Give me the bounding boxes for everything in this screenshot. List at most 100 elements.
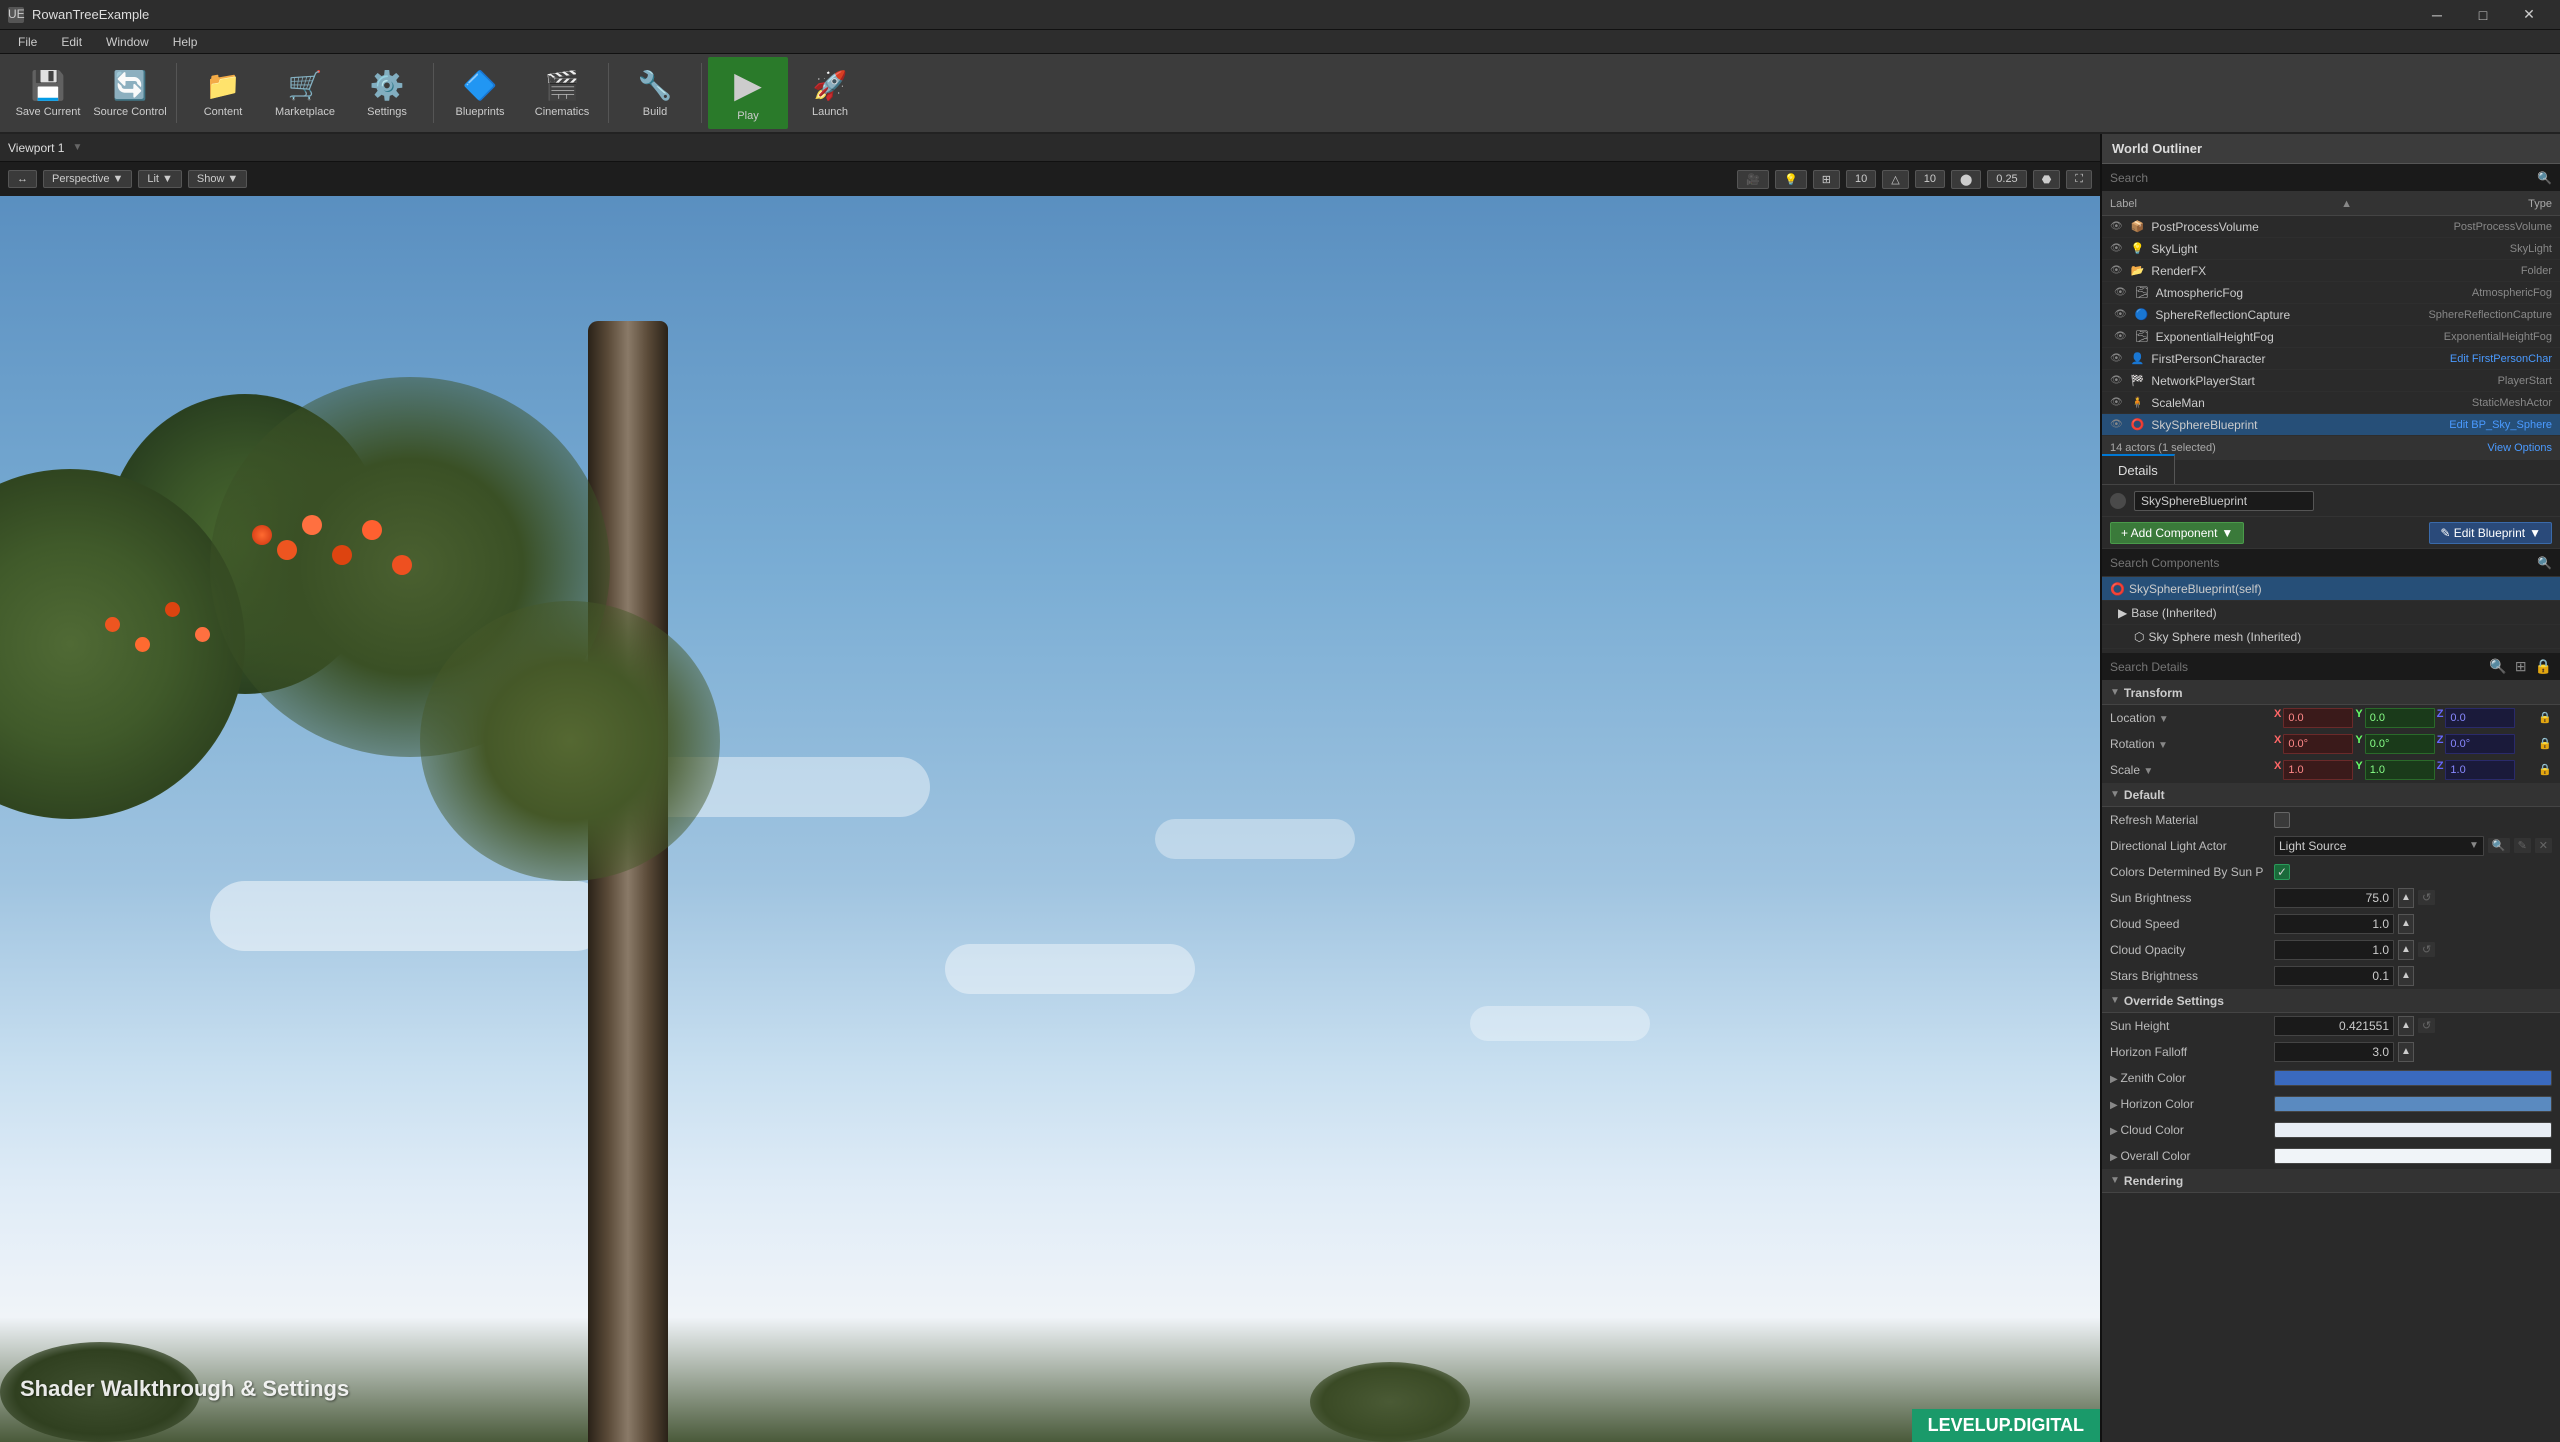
directional-light-search-btn[interactable]: 🔍	[2488, 838, 2510, 853]
details-search-bar[interactable]: 🔍 ⊞ 🔒	[2102, 653, 2560, 681]
component-row-self[interactable]: ⭕ SkySphereBlueprint(self)	[2102, 577, 2560, 601]
outliner-search-input[interactable]	[2110, 171, 2537, 185]
vp-angle-btn[interactable]: △	[1882, 170, 1908, 189]
outliner-row-skylight[interactable]: 👁 💡 SkyLight SkyLight	[2102, 238, 2560, 260]
add-component-button[interactable]: + Add Component ▼	[2110, 522, 2244, 544]
zenith-color-bar[interactable]	[2274, 1070, 2552, 1086]
rendering-section-header[interactable]: ▼ Rendering	[2102, 1169, 2560, 1193]
directional-light-edit-btn[interactable]: ✎	[2514, 838, 2531, 853]
outliner-search-bar[interactable]: 🔍	[2102, 164, 2560, 192]
visibility-icon[interactable]: 👁	[2110, 243, 2123, 254]
source-control-button[interactable]: 🔄 Source Control	[90, 57, 170, 129]
vp-grid-btn[interactable]: ⊞	[1813, 170, 1840, 189]
vp-num2-btn[interactable]: 10	[1915, 170, 1945, 188]
sun-height-reset[interactable]: ↺	[2418, 1018, 2435, 1033]
scale-y-input[interactable]	[2365, 760, 2435, 780]
details-tab[interactable]: Details	[2102, 454, 2175, 484]
lock-icon[interactable]: 🔒	[2535, 658, 2552, 675]
visibility-icon[interactable]: 👁	[2110, 353, 2123, 364]
menu-file[interactable]: File	[8, 33, 47, 51]
cloud-opacity-input[interactable]	[2274, 940, 2394, 960]
outliner-row-renderfx[interactable]: 👁 📂 RenderFX Folder	[2102, 260, 2560, 282]
viewport-canvas[interactable]: Shader Walkthrough & Settings LEVELUP.DI…	[0, 196, 2100, 1442]
horizon-falloff-up[interactable]: ▲	[2398, 1042, 2414, 1062]
rotation-y-input[interactable]	[2365, 734, 2435, 754]
overall-color-bar[interactable]	[2274, 1148, 2552, 1164]
visibility-icon[interactable]: 👁	[2114, 287, 2127, 298]
directional-light-dropdown[interactable]: Light Source ▼	[2274, 836, 2484, 856]
vp-snap-btn[interactable]: ⬤	[1951, 170, 1981, 189]
outliner-row-spherereflection[interactable]: 👁 🔵 SphereReflectionCapture SphereReflec…	[2102, 304, 2560, 326]
visibility-icon[interactable]: 👁	[2110, 375, 2123, 386]
directional-light-clear-btn[interactable]: ✕	[2535, 838, 2552, 853]
sun-brightness-up[interactable]: ▲	[2398, 888, 2414, 908]
transform-section-header[interactable]: ▼ Transform	[2102, 681, 2560, 705]
stars-brightness-up[interactable]: ▲	[2398, 966, 2414, 986]
show-btn[interactable]: Show ▼	[188, 170, 247, 188]
components-search-bar[interactable]: 🔍	[2102, 549, 2560, 577]
close-button[interactable]: ✕	[2506, 0, 2552, 30]
component-row-base[interactable]: ▶ Base (Inherited)	[2102, 601, 2560, 625]
location-z-input[interactable]	[2445, 708, 2515, 728]
settings-button[interactable]: ⚙️ Settings	[347, 57, 427, 129]
location-lock-icon[interactable]: 🔒	[2538, 711, 2552, 724]
content-button[interactable]: 📁 Content	[183, 57, 263, 129]
visibility-icon[interactable]: 👁	[2114, 331, 2127, 342]
blueprint-name-input[interactable]	[2134, 491, 2314, 511]
outliner-row-atmosphericfog[interactable]: 👁 🌫 AtmosphericFog AtmosphericFog	[2102, 282, 2560, 304]
blueprints-button[interactable]: 🔷 Blueprints	[440, 57, 520, 129]
viewport[interactable]: Viewport 1 ▼ ↔ Perspective ▼ Lit ▼ Show …	[0, 134, 2100, 1442]
scale-lock-icon[interactable]: 🔒	[2538, 763, 2552, 776]
outliner-row-firstperson[interactable]: 👁 👤 FirstPersonCharacter Edit FirstPerso…	[2102, 348, 2560, 370]
components-search-input[interactable]	[2110, 556, 2537, 570]
save-current-button[interactable]: 💾 Save Current	[8, 57, 88, 129]
edit-blueprint-button[interactable]: ✎ Edit Blueprint ▼	[2429, 522, 2552, 544]
colors-sun-checkbox[interactable]: ✓	[2274, 864, 2290, 880]
outliner-row-postprocess[interactable]: 👁 📦 PostProcessVolume PostProcessVolume	[2102, 216, 2560, 238]
horizon-falloff-input[interactable]	[2274, 1042, 2394, 1062]
outliner-row-networkplayer[interactable]: 👁 🏁 NetworkPlayerStart PlayerStart	[2102, 370, 2560, 392]
cloud-color-bar[interactable]	[2274, 1122, 2552, 1138]
vp-maximize-btn[interactable]: ⛶	[2066, 170, 2092, 189]
sun-height-up[interactable]: ▲	[2398, 1016, 2414, 1036]
visibility-icon[interactable]: 👁	[2110, 419, 2123, 430]
rotation-z-input[interactable]	[2445, 734, 2515, 754]
vp-light-btn[interactable]: 💡	[1775, 170, 1807, 189]
default-section-header[interactable]: ▼ Default	[2102, 783, 2560, 807]
sun-height-input[interactable]	[2274, 1016, 2394, 1036]
cinematics-button[interactable]: 🎬 Cinematics	[522, 57, 602, 129]
vp-num1-btn[interactable]: 10	[1846, 170, 1876, 188]
maximize-button[interactable]: □	[2460, 0, 2506, 30]
menu-edit[interactable]: Edit	[51, 33, 92, 51]
outliner-row-scaleman[interactable]: 👁 🧍 ScaleMan StaticMeshActor	[2102, 392, 2560, 414]
cloud-opacity-up[interactable]: ▲	[2398, 940, 2414, 960]
lit-btn[interactable]: Lit ▼	[138, 170, 182, 188]
override-section-header[interactable]: ▼ Override Settings	[2102, 989, 2560, 1013]
vp-camera-btn[interactable]: 🎥	[1737, 170, 1769, 189]
visibility-icon[interactable]: 👁	[2114, 309, 2127, 320]
outliner-row-skysphere[interactable]: 👁 ⭕ SkySphereBlueprint Edit BP_Sky_Spher…	[2102, 414, 2560, 436]
details-search-input[interactable]	[2110, 660, 2481, 674]
menu-window[interactable]: Window	[96, 33, 159, 51]
vp-vr-btn[interactable]: ⬣	[2033, 170, 2061, 189]
view-options-btn[interactable]: View Options	[2487, 442, 2552, 454]
menu-help[interactable]: Help	[163, 33, 208, 51]
cloud-opacity-reset[interactable]: ↺	[2418, 942, 2435, 957]
location-x-input[interactable]	[2283, 708, 2353, 728]
rotation-x-input[interactable]	[2283, 734, 2353, 754]
vp-num3-btn[interactable]: 0.25	[1987, 170, 2026, 188]
launch-button[interactable]: 🚀 Launch	[790, 57, 870, 129]
cloud-speed-up[interactable]: ▲	[2398, 914, 2414, 934]
marketplace-button[interactable]: 🛒 Marketplace	[265, 57, 345, 129]
horizon-color-bar[interactable]	[2274, 1096, 2552, 1112]
cloud-speed-input[interactable]	[2274, 914, 2394, 934]
scale-z-input[interactable]	[2445, 760, 2515, 780]
outliner-row-expheightfog[interactable]: 👁 🌫 ExponentialHeightFog ExponentialHeig…	[2102, 326, 2560, 348]
perspective-btn[interactable]: Perspective ▼	[43, 170, 132, 188]
refresh-material-checkbox[interactable]	[2274, 812, 2290, 828]
play-button[interactable]: ▶ Play	[708, 57, 788, 129]
rotation-lock-icon[interactable]: 🔒	[2538, 737, 2552, 750]
location-y-input[interactable]	[2365, 708, 2435, 728]
scale-x-input[interactable]	[2283, 760, 2353, 780]
component-row-skymesh[interactable]: ⬡ Sky Sphere mesh (Inherited)	[2102, 625, 2560, 649]
